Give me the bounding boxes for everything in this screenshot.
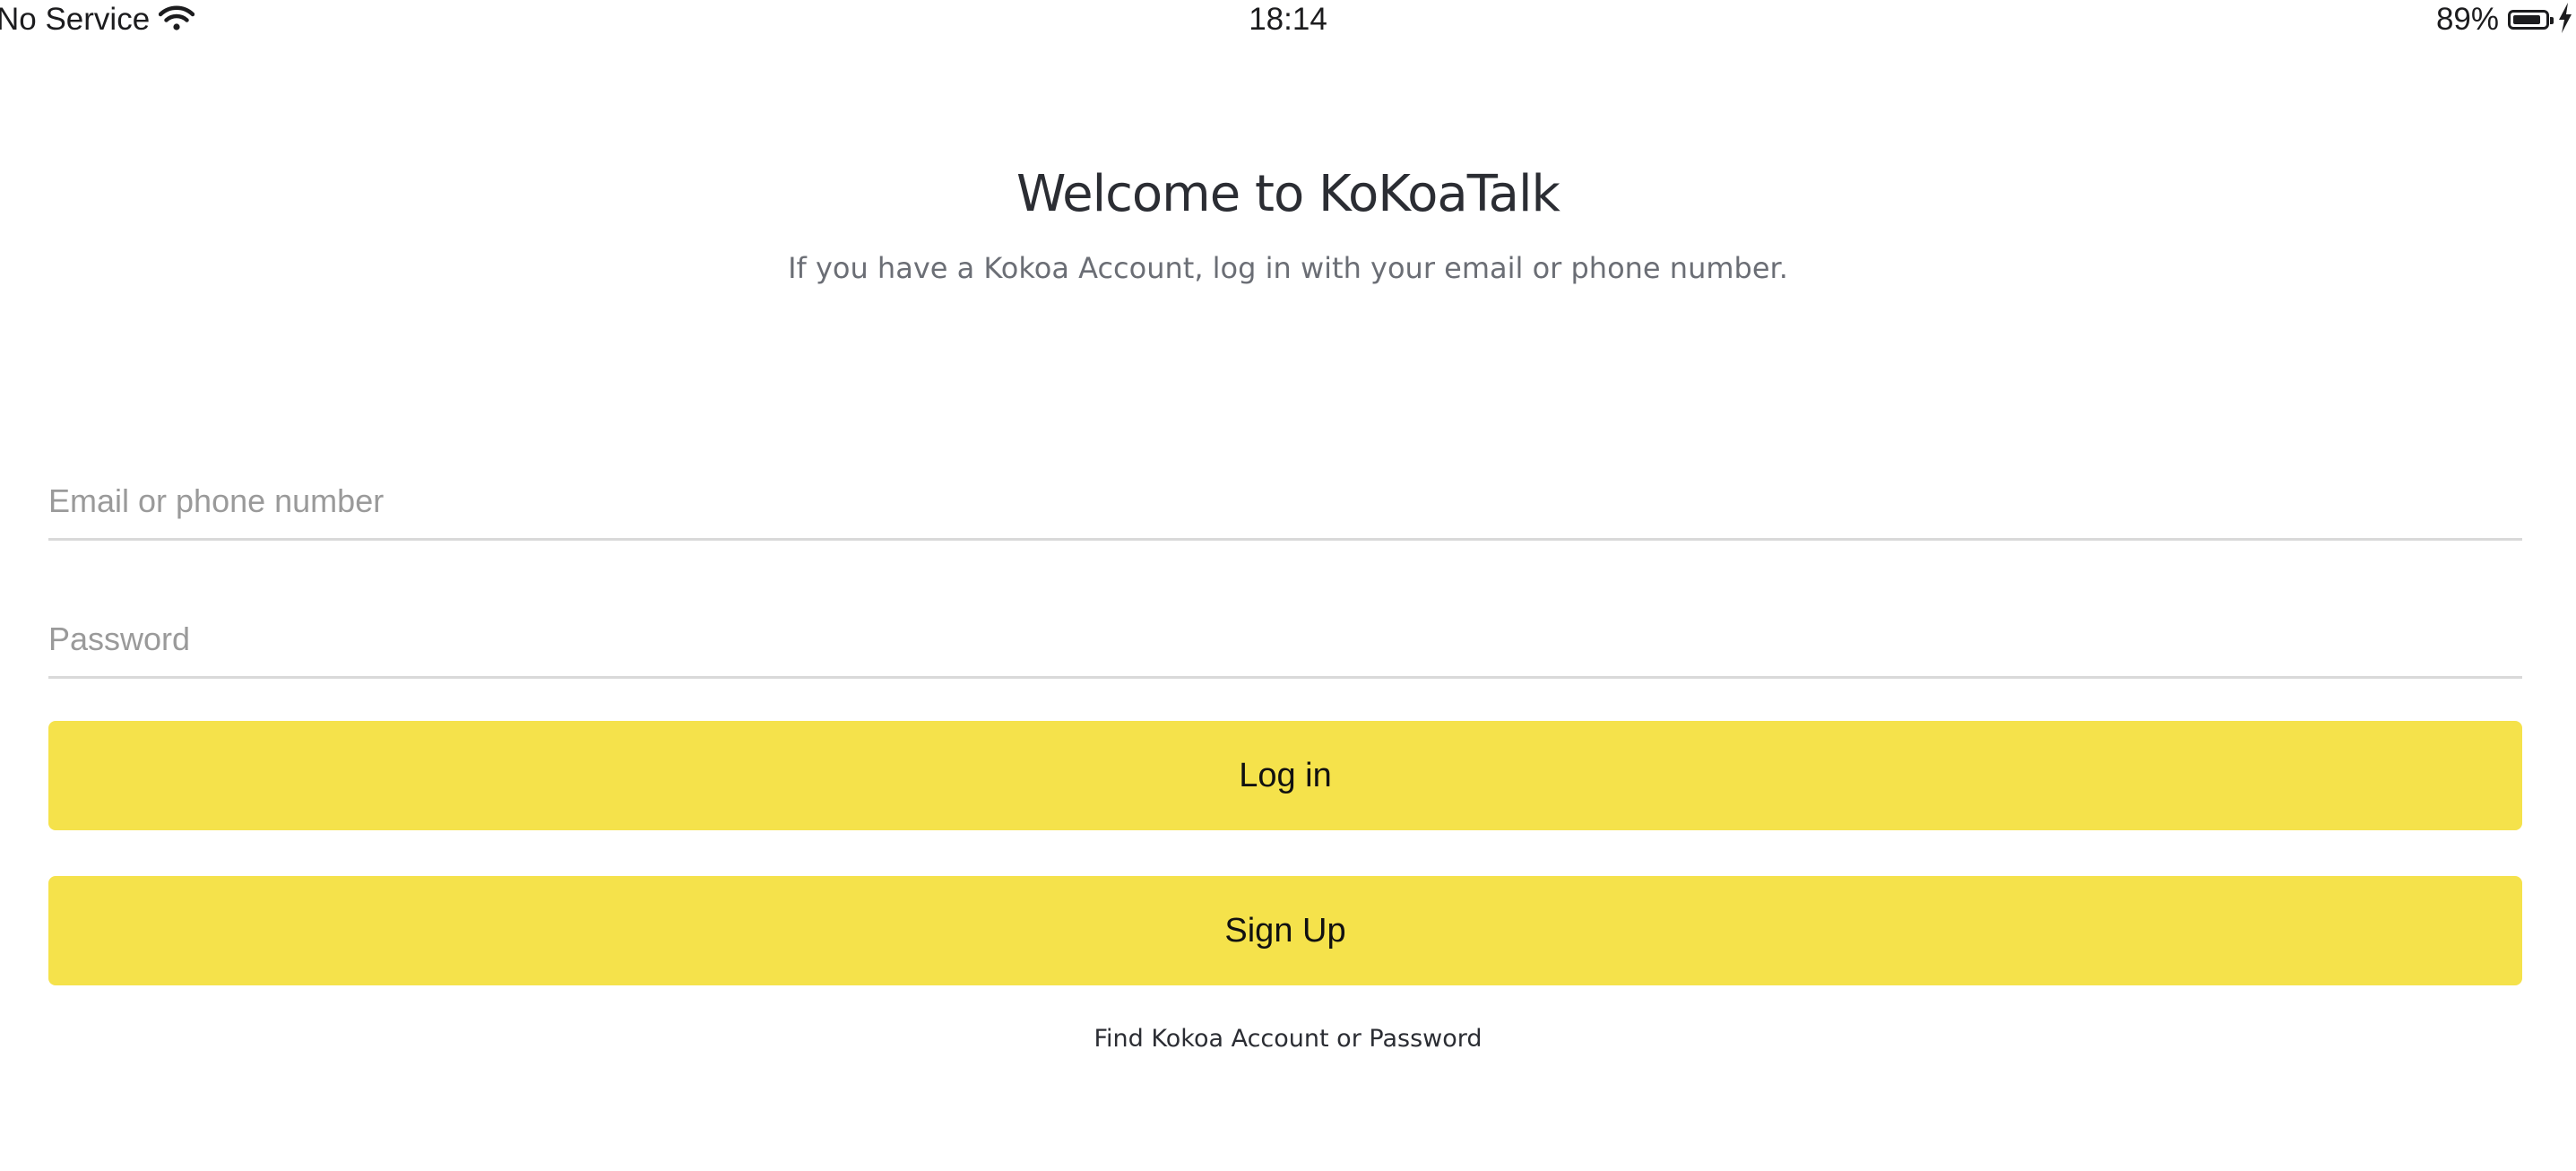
find-account-link[interactable]: Find Kokoa Account or Password: [0, 1025, 2576, 1053]
battery-level-fill: [2513, 15, 2540, 24]
status-time: 18:14: [1249, 2, 1327, 37]
page-title: Welcome to KoKoaTalk: [1016, 165, 1560, 223]
status-bar: No Service 18:14 89%: [0, 0, 2576, 39]
battery-icon: [2508, 10, 2554, 30]
signup-button[interactable]: Sign Up: [48, 876, 2522, 985]
status-right: 89%: [2436, 0, 2572, 39]
charging-bolt-icon: [2558, 2, 2572, 38]
password-field[interactable]: [48, 603, 2522, 679]
battery-cap: [2550, 17, 2554, 24]
email-field[interactable]: [48, 464, 2522, 541]
battery-percent: 89%: [2435, 2, 2499, 37]
login-button[interactable]: Log in: [48, 721, 2522, 830]
page-subtitle: If you have a Kokoa Account, log in with…: [788, 251, 1788, 285]
